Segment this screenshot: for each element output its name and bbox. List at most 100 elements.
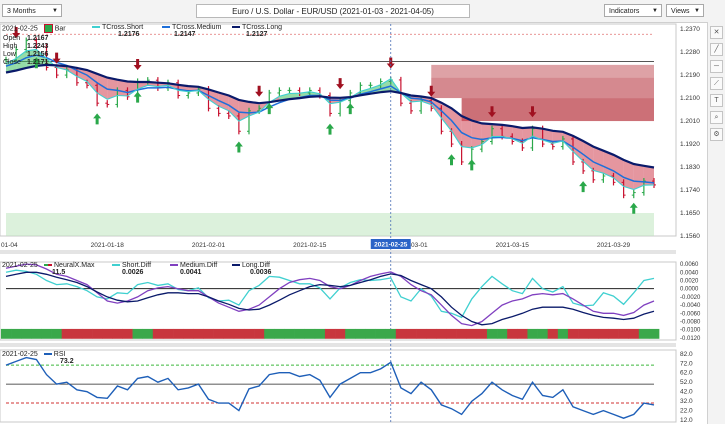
bearish-cloud bbox=[471, 120, 482, 148]
legend-short: TCross.Short 1.2176 bbox=[92, 24, 143, 38]
views-label: Views bbox=[671, 8, 690, 15]
x-axis-label: 2021-01-18 bbox=[91, 242, 125, 249]
neuralx-bar bbox=[102, 328, 113, 339]
legend-medium-diff-value: 0.0041 bbox=[180, 269, 202, 276]
legend-long: TCross.Long 1.2127 bbox=[232, 24, 282, 38]
legend-neural-value: 11.5 bbox=[52, 269, 66, 276]
support-zone bbox=[6, 213, 654, 236]
drawing-toolbar: ✕ ╱ ─ ⟋ T ⌕ ⚙ bbox=[707, 22, 725, 424]
price-pane bbox=[0, 23, 677, 237]
legend-short-label: TCross.Short bbox=[102, 24, 144, 31]
settings-icon[interactable]: ⚙ bbox=[710, 128, 723, 141]
x-axis-label: 2021-03-29 bbox=[597, 242, 631, 249]
neuralx-bar bbox=[71, 328, 83, 339]
price-axis-label: 1.1650 bbox=[680, 210, 700, 217]
neuralx-bar bbox=[294, 328, 305, 339]
low-value: 1.2156 bbox=[27, 51, 49, 58]
resistance-zone bbox=[431, 64, 654, 78]
chart-canvas[interactable]: 1.2370 1.2280 1.2190 1.2100 1.2010 1.1920 1.18… bbox=[0, 22, 708, 424]
price-legend: 2021-02-25 Bar bbox=[2, 24, 66, 33]
rsi-value: 73.2 bbox=[60, 358, 74, 365]
zoom-icon[interactable]: ⌕ bbox=[710, 111, 723, 124]
period-dropdown[interactable]: 3 Months ▼ bbox=[2, 4, 62, 17]
medium-diff-swatch bbox=[170, 264, 178, 267]
neuralx-bar bbox=[547, 328, 559, 339]
legend-medium-value: 1.2147 bbox=[174, 31, 196, 38]
trend-tool-icon[interactable]: ⟋ bbox=[710, 77, 723, 90]
diff-axis-label: -0.0080 bbox=[680, 320, 701, 326]
legend-short-diff-label: Short.Diff bbox=[122, 262, 152, 269]
rsi-axis-label: 72.0 bbox=[680, 360, 693, 367]
neuralx-bar bbox=[92, 328, 103, 339]
short-swatch bbox=[92, 26, 100, 29]
legend-medium-diff-label: Medium.Diff bbox=[180, 262, 218, 269]
neuralx-bar bbox=[426, 328, 437, 339]
price-axis-label: 1.2280 bbox=[680, 49, 700, 56]
neuralx-bar bbox=[152, 328, 164, 339]
legend-short-value: 1.2176 bbox=[118, 31, 140, 38]
neuralx-bar bbox=[588, 328, 599, 339]
views-dropdown[interactable]: Views ▼ bbox=[666, 4, 704, 17]
neuralx-bar bbox=[254, 328, 265, 339]
price-axis-label: 1.1560 bbox=[680, 233, 700, 240]
legend-neural-label: NeuralX.Max bbox=[54, 262, 95, 269]
neuralx-bar bbox=[142, 328, 154, 339]
diff-axis-label: -0.0060 bbox=[680, 311, 701, 317]
rsi-axis-label: 32.0 bbox=[680, 398, 693, 405]
chevron-down-icon: ▼ bbox=[52, 8, 58, 14]
diff-pane bbox=[0, 261, 677, 341]
neuralx-bar bbox=[608, 328, 619, 339]
neuralx-bar bbox=[132, 328, 143, 339]
legend-medium-diff: Medium.Diff 0.0041 bbox=[170, 262, 217, 276]
line-tool-icon[interactable]: ╱ bbox=[710, 43, 723, 56]
bearish-cloud bbox=[492, 124, 503, 137]
legend-long-diff-value: 0.0036 bbox=[250, 269, 272, 276]
close-value: 1.2171 bbox=[27, 59, 49, 66]
close-icon[interactable]: ✕ bbox=[710, 26, 723, 39]
neuralx-bar bbox=[517, 328, 528, 339]
x-axis-label: 2021-02-15 bbox=[293, 242, 327, 249]
neuralx-bar bbox=[618, 328, 629, 339]
neuralx-bar bbox=[193, 328, 204, 339]
neural-swatch bbox=[44, 264, 52, 267]
high-label: High bbox=[3, 43, 18, 50]
neuralx-bar bbox=[466, 328, 478, 339]
long-diff-swatch bbox=[232, 264, 240, 267]
diff-legend: 2021-02-25 bbox=[2, 262, 38, 269]
neuralx-bar bbox=[314, 328, 326, 339]
neuralx-bar bbox=[31, 328, 42, 339]
text-tool-icon[interactable]: T bbox=[710, 94, 723, 107]
rsi-axis-label: 42.0 bbox=[680, 389, 693, 396]
indicators-dropdown[interactable]: Indicators ▼ bbox=[604, 4, 662, 17]
neuralx-bar bbox=[162, 328, 174, 339]
close-label: Close bbox=[3, 59, 21, 66]
period-label: 3 Months bbox=[7, 8, 36, 15]
neuralx-bar bbox=[486, 328, 498, 339]
cursor-date-label: 2021-02-25 bbox=[374, 242, 408, 249]
neuralx-bar bbox=[264, 328, 275, 339]
horizontal-line-icon[interactable]: ─ bbox=[710, 60, 723, 73]
neuralx-bar bbox=[497, 328, 508, 339]
neuralx-bar bbox=[61, 328, 73, 339]
chevron-down-icon: ▼ bbox=[652, 8, 658, 14]
neuralx-bar bbox=[274, 328, 285, 339]
neuralx-bar bbox=[395, 328, 407, 339]
pane-separator bbox=[0, 343, 676, 347]
bar-icon bbox=[43, 24, 53, 33]
neuralx-bar bbox=[324, 328, 336, 339]
neuralx-bar bbox=[375, 328, 386, 339]
ohlc-values: Open 1.2167 High 1.2243 Low 1.2156 Close 1.2… bbox=[3, 35, 48, 67]
resistance-zone bbox=[461, 98, 654, 122]
price-axis-label: 1.2370 bbox=[680, 26, 700, 33]
neuralx-bar bbox=[416, 328, 427, 339]
open-label: Open bbox=[3, 35, 21, 42]
neuralx-bar bbox=[648, 328, 660, 339]
diff-axis-label: 0.0040 bbox=[680, 270, 699, 276]
neuralx-bar bbox=[405, 328, 417, 339]
legend-long-label: TCross.Long bbox=[242, 24, 283, 31]
neuralx-bar bbox=[233, 328, 245, 339]
pane-separator bbox=[0, 250, 676, 254]
legend-short-diff-value: 0.0026 bbox=[122, 269, 144, 276]
neuralx-bar bbox=[578, 328, 589, 339]
legend-long-value: 1.2127 bbox=[246, 31, 268, 38]
